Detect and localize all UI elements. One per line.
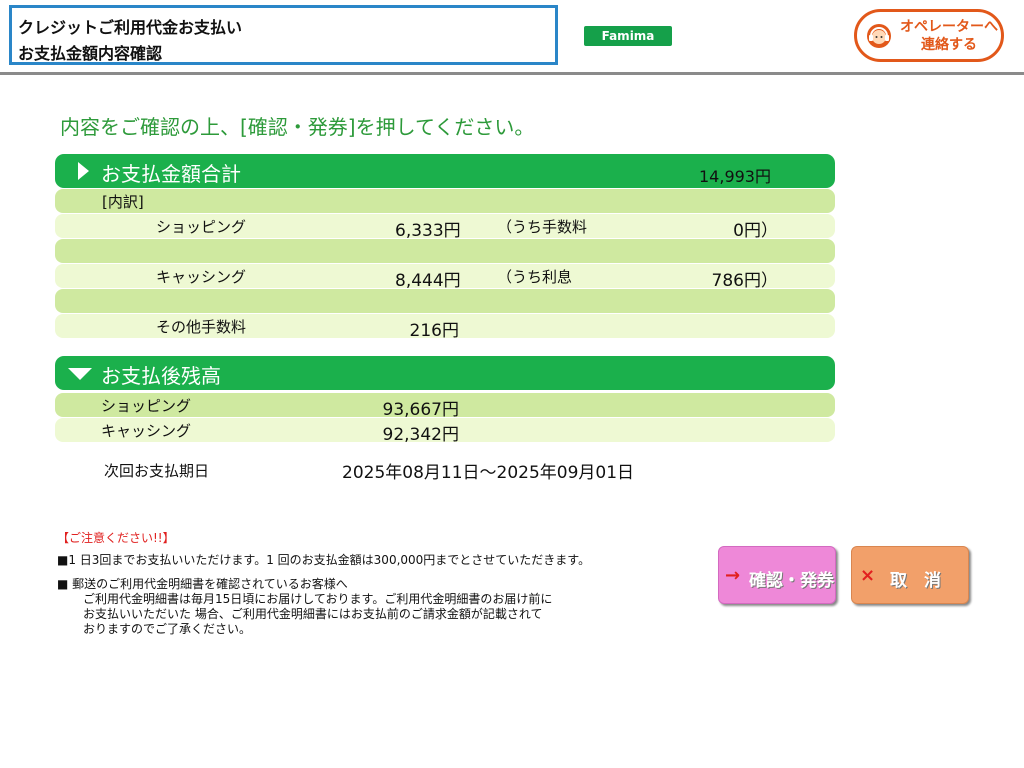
balance-section-title: お支払後残高 [101,364,221,388]
spacer-row [55,239,835,263]
confirm-issue-label: 確認・発券 [749,571,834,591]
breakdown-label: [内訳] [102,193,144,211]
next-payment-label: 次回お支払期日 [104,462,210,480]
close-icon: × [860,565,876,586]
arrow-right-icon: → [725,565,741,586]
breakdown-row: [内訳] [55,189,835,213]
famima-card-logo: Famima Card [584,26,672,63]
shopping-fee-label: （うち手数料 [497,218,588,236]
other-fee-label: その他手数料 [156,318,247,336]
instruction-text: 内容をご確認の上、[確認・発券]を押してください。 [60,115,535,139]
shopping-balance-amount: 93,667円 [382,400,459,420]
cancel-button[interactable]: × 取 消 [851,546,969,604]
screen-title-line2: お支払金額内容確認 [18,44,163,63]
shopping-balance-row: ショッピング 93,667円 [55,393,835,420]
cashing-balance-amount: 92,342円 [382,425,459,445]
cashing-amount: 8,444円 [395,271,461,291]
operator-headset-icon [867,24,891,48]
header-divider [0,72,1024,75]
shopping-fee-amount: 0円） [733,221,778,241]
screen-title-box: クレジットご利用代金お支払い お支払金額内容確認 [9,5,558,65]
other-fee-row: その他手数料 216円 [55,314,835,341]
shopping-label: ショッピング [156,218,247,236]
cashing-balance-label: キャッシング [101,422,192,440]
operator-label-line2: 連絡する [921,37,977,53]
operator-label: オペレーターへ 連絡する [897,18,1001,54]
spacer-row [55,289,835,313]
cashing-balance-row: キャッシング 92,342円 [55,418,835,445]
note-payment-limit: ■1 日3回までお支払いいただけます。1 回のお支払金額は300,000円までと… [57,553,591,567]
next-payment-date: 2025年08月11日～2025年09月01日 [342,463,635,483]
shopping-balance-label: ショッピング [101,397,192,415]
cashing-payment-row: キャッシング 8,444円 （うち利息 786円） [55,264,835,291]
cashing-interest-amount: 786円） [711,271,778,291]
caution-title: 【ご注意ください!!】 [57,531,175,545]
shopping-payment-row: ショッピング 6,333円 （うち手数料 0円） [55,214,835,241]
shopping-amount: 6,333円 [395,221,461,241]
total-section-title: お支払金額合計 [101,162,241,186]
triangle-down-icon [68,368,92,380]
operator-contact-button[interactable]: オペレーターへ 連絡する [854,9,1004,62]
operator-label-line1: オペレーターへ [900,19,998,35]
confirm-issue-button[interactable]: → 確認・発券 [718,546,836,604]
screen-title-line1: クレジットご利用代金お支払い [18,18,243,37]
balance-section-header: お支払後残高 [55,356,835,390]
note-statement-line: おりますのでご了承ください。 [83,622,252,636]
note-statement-line: お支払いいただいた 場合、ご利用代金明細書にはお支払前のご請求金額が記載されて [83,607,543,621]
cancel-label: 取 消 [890,571,941,591]
total-amount: 14,993円 [699,167,771,186]
note-statement-heading: ■ 郵送のご利用代金明細書を確認されているお客様へ [57,577,348,591]
note-statement-line: ご利用代金明細書は毎月15日頃にお届けしております。ご利用代金明細書のお届け前に [83,592,553,606]
triangle-right-icon [78,162,89,180]
cashing-label: キャッシング [156,268,247,286]
total-section-header: お支払金額合計 14,993円 [55,154,835,188]
other-fee-amount: 216円 [409,321,459,341]
cashing-interest-label: （うち利息 [497,268,573,286]
